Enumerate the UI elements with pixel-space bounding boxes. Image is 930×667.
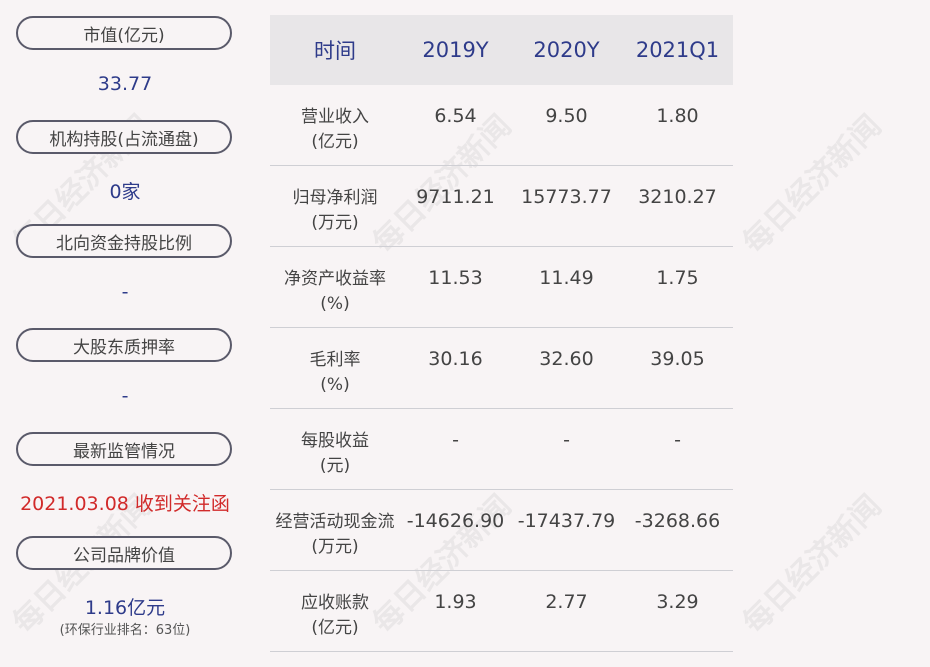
header-2021q1: 2021Q1 (635, 38, 720, 62)
metric-unit: (元) (319, 456, 351, 476)
institutional-holding-value: 0家 (109, 181, 141, 203)
cell-value: -3268.66 (634, 510, 721, 532)
row-label: 经营活动现金流 (万元) (270, 510, 400, 560)
cell-value: 3210.27 (638, 186, 717, 208)
metric-unit: (万元) (311, 537, 359, 557)
table-row: 归母净利润 (万元) 9711.21 15773.77 3210.27 (270, 166, 733, 247)
table-row: 每股收益 (元) - - - (270, 409, 733, 490)
table-row: 应收账款 (亿元) 1.93 2.77 3.29 (270, 571, 733, 652)
market-cap-value: 33.77 (97, 73, 153, 95)
metric-name: 经营活动现金流 (275, 512, 395, 532)
metric-name: 每股收益 (301, 431, 369, 451)
metric-unit: (%) (320, 294, 350, 314)
cell-value: 11.49 (539, 267, 594, 289)
cell-value: 30.16 (428, 348, 483, 370)
regulatory-status-value: 2021.03.08 收到关注函 (20, 493, 230, 515)
brand-value-label: 公司品牌价值 (16, 536, 232, 570)
cell-value: 6.54 (434, 105, 477, 127)
pledge-ratio-label: 大股东质押率 (16, 328, 232, 362)
row-label: 毛利率 (%) (270, 348, 400, 398)
institutional-holding-label: 机构持股(占流通盘) (16, 120, 232, 154)
metric-unit: (亿元) (311, 618, 359, 638)
cell-value: 32.60 (539, 348, 594, 370)
metric-name: 净资产收益率 (284, 269, 386, 289)
table-row: 营业收入 (亿元) 6.54 9.50 1.80 (270, 85, 733, 166)
metric-name: 营业收入 (301, 107, 369, 127)
cell-value: 2.77 (545, 591, 588, 613)
table-row: 毛利率 (%) 30.16 32.60 39.05 (270, 328, 733, 409)
cell-value: -14626.90 (406, 510, 505, 532)
table-row: 净资产收益率 (%) 11.53 11.49 1.75 (270, 247, 733, 328)
row-label: 每股收益 (元) (270, 429, 400, 479)
cell-value: 11.53 (428, 267, 483, 289)
header-2020: 2020Y (533, 38, 600, 62)
northbound-ratio-label: 北向资金持股比例 (16, 224, 232, 258)
metric-unit: (万元) (311, 213, 359, 233)
row-label: 归母净利润 (万元) (270, 186, 400, 236)
metric-name: 应收账款 (301, 593, 369, 613)
brand-value-value: 1.16亿元 (84, 597, 166, 619)
metric-unit: (%) (320, 375, 350, 395)
cell-value: 1.75 (656, 267, 699, 289)
regulatory-status-label: 最新监管情况 (16, 432, 232, 466)
row-label: 净资产收益率 (%) (270, 267, 400, 317)
market-cap-label: 市值(亿元) (16, 16, 232, 50)
financial-table: 时间 2019Y 2020Y 2021Q1 营业收入 (亿元) 6.54 9.50… (270, 15, 733, 652)
row-label: 营业收入 (亿元) (270, 105, 400, 155)
table-row: 经营活动现金流 (万元) -14626.90 -17437.79 -3268.66 (270, 490, 733, 571)
watermark: 每日经济新闻 (736, 488, 889, 641)
cell-value: 1.80 (656, 105, 699, 127)
northbound-ratio-value: - (121, 281, 129, 303)
cell-value: 9.50 (545, 105, 588, 127)
header-2019: 2019Y (422, 38, 489, 62)
watermark: 每日经济新闻 (736, 108, 889, 261)
cell-value: -17437.79 (517, 510, 616, 532)
cell-value: 9711.21 (416, 186, 495, 208)
header-period: 时间 (314, 39, 356, 63)
cell-value: 39.05 (650, 348, 705, 370)
cell-value: - (563, 429, 570, 451)
indicator-panel: 市值(亿元) 33.77 机构持股(占流通盘) 0家 北向资金持股比例 - 大股… (0, 0, 250, 667)
metric-name: 归母净利润 (292, 188, 378, 208)
cell-value: 3.29 (656, 591, 699, 613)
cell-value: - (674, 429, 681, 451)
row-label: 应收账款 (亿元) (270, 591, 400, 641)
brand-value-rank: (环保行业排名：63位) (59, 623, 191, 638)
metric-unit: (亿元) (311, 132, 359, 152)
cell-value: 15773.77 (521, 186, 612, 208)
metric-name: 毛利率 (309, 350, 361, 370)
cell-value: 1.93 (434, 591, 477, 613)
cell-value: - (452, 429, 459, 451)
table-header: 时间 2019Y 2020Y 2021Q1 (270, 15, 733, 85)
pledge-ratio-value: - (121, 385, 129, 407)
